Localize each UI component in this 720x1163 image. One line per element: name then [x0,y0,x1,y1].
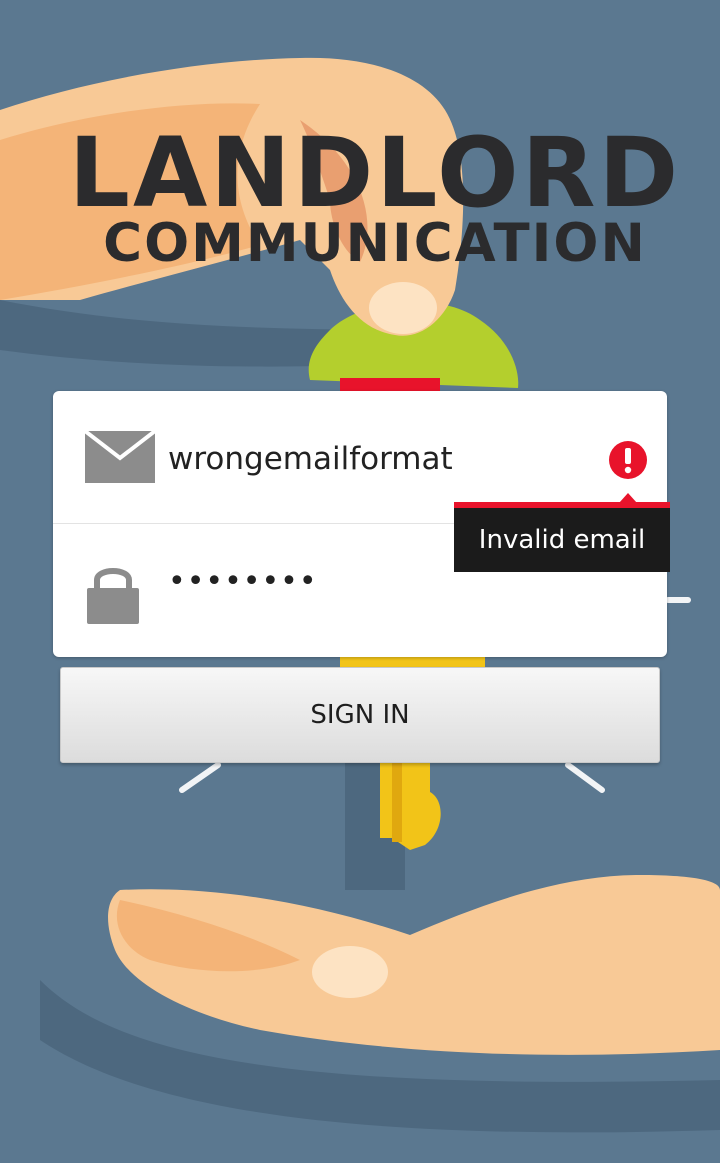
app-title-line-2: COMMUNICATION [103,213,647,274]
error-exclamation-icon [609,441,647,479]
envelope-icon [85,431,155,483]
lock-icon [87,568,139,624]
password-input-value[interactable]: •••••••• [168,562,318,602]
error-tooltip: Invalid email [454,508,670,572]
email-input-value[interactable]: wrongemailformat [168,439,453,479]
sign-in-button[interactable]: SIGN IN [60,667,660,763]
